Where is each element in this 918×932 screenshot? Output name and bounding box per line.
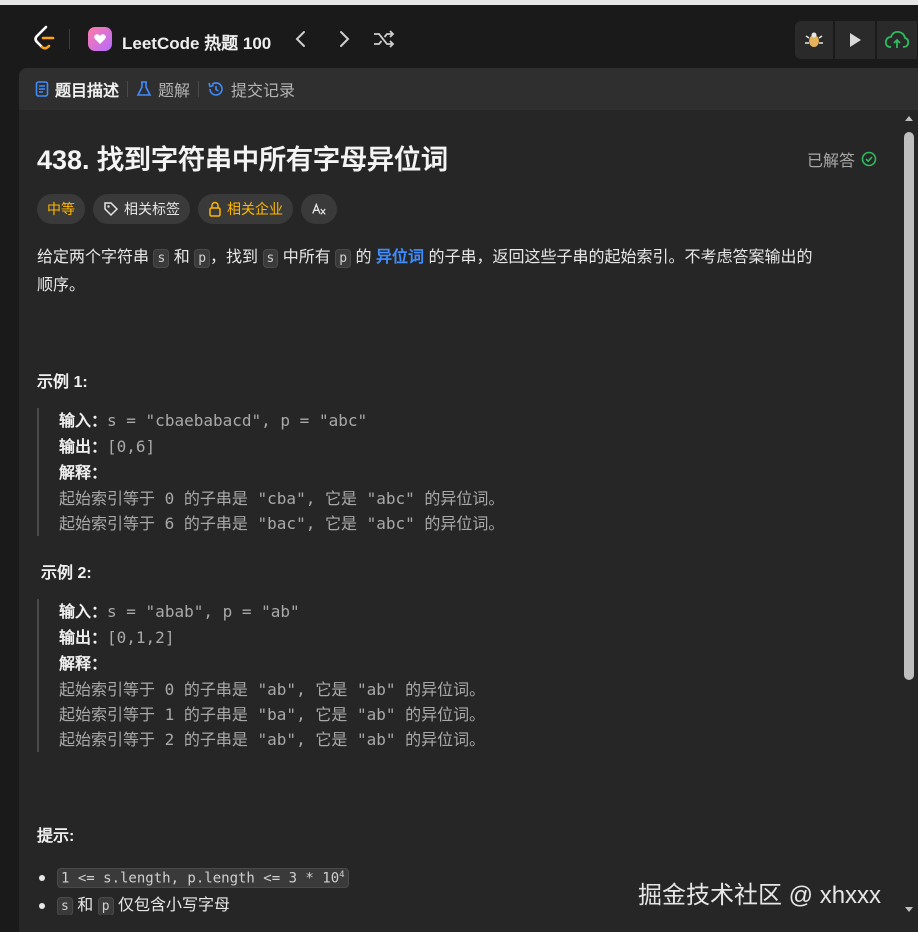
scrollbar[interactable] (904, 110, 918, 922)
play-icon (850, 33, 861, 47)
submit-button[interactable] (877, 21, 917, 59)
problem-title[interactable]: 438. 找到字符串中所有字母异位词 (37, 138, 448, 177)
constraint-exponent: 4 (339, 869, 345, 880)
input-label: 输入： (59, 604, 108, 621)
chevron-left-icon (295, 31, 305, 47)
input-label: 输入： (59, 413, 108, 430)
inline-code-p: p (194, 249, 211, 268)
scroll-up-icon (905, 116, 913, 121)
explanation-line: 起始索引等于 1 的子串是 "ba", 它是 "ab" 的异位词。 (59, 705, 486, 724)
explanation-line: 起始索引等于 2 的子串是 "ab", 它是 "ab" 的异位词。 (59, 730, 486, 749)
top-bar: LeetCode 热题 100 (0, 0, 918, 68)
explanation-line: 起始索引等于 0 的子串是 "cba", 它是 "abc" 的异位词。 (59, 489, 505, 508)
desc-text: 中所有 (282, 249, 331, 266)
tab-description-label: 题目描述 (55, 83, 120, 100)
constraint-text: 1 <= s.length, p.length <= 3 * 10 (61, 870, 340, 887)
tab-submissions-label: 提交记录 (231, 83, 296, 100)
explanation-line: 起始索引等于 0 的子串是 "ab", 它是 "ab" 的异位词。 (59, 680, 486, 699)
tab-solutions[interactable]: 题解 (128, 68, 198, 110)
tag-icon (104, 202, 119, 217)
constraints-heading: 提示: (37, 828, 75, 845)
shuffle-icon (374, 30, 395, 48)
output-value: [0,1,2] (107, 628, 175, 647)
explanation-label: 解释： (59, 465, 108, 482)
solved-label: 已解答 (807, 153, 856, 170)
related-companies-label: 相关企业 (227, 201, 283, 217)
constraint-text: 仅包含小写字母 (118, 897, 231, 914)
translate-icon (312, 202, 326, 215)
problem-description: 给定两个字符串 s 和 p ，找到 s 中所有 p 的 异位词 的子串，返回这些子… (37, 244, 899, 299)
previous-problem-button[interactable] (289, 27, 313, 51)
inline-code-p: p (335, 249, 352, 268)
inline-code-p: p (97, 897, 114, 915)
desc-text: 给定两个字符串 (37, 249, 150, 266)
constraint-code: 1 <= s.length, p.length <= 3 * 104 (57, 867, 349, 889)
divider (69, 29, 70, 49)
related-tags-label: 相关标签 (124, 201, 180, 217)
solved-status: 已解答 (807, 147, 877, 171)
bullet-dot (39, 903, 45, 909)
tab-solutions-label: 题解 (158, 83, 191, 100)
output-value: [0,6] (107, 437, 156, 456)
constraints-list: 1 <= s.length, p.length <= 3 * 104 s 和 p… (37, 863, 349, 915)
anagram-link[interactable]: 异位词 (376, 249, 424, 266)
chevron-right-icon (340, 31, 350, 47)
history-icon (208, 82, 223, 96)
watermark: 掘金技术社区 @ xhxxx (638, 882, 882, 909)
related-companies-button[interactable]: 相关企业 (198, 194, 293, 224)
constraint-text: 和 (77, 897, 94, 914)
problem-chips: 中等 相关标签 相关企业 (37, 194, 337, 224)
inline-code-s: s (57, 897, 73, 915)
difficulty-label: 中等 (47, 201, 75, 217)
inline-code-s: s (153, 249, 170, 268)
run-button[interactable] (835, 21, 875, 59)
inline-code-s: s (262, 249, 279, 268)
desc-text: 和 (173, 249, 190, 266)
panel-tabs: 题目描述 题解 提交记录 (19, 68, 918, 110)
check-circle-icon (861, 151, 877, 167)
list-item: 1 <= s.length, p.length <= 3 * 104 (37, 863, 349, 893)
bullet-dot (39, 875, 45, 881)
flask-icon (136, 81, 152, 96)
explanation-label: 解释： (59, 656, 108, 673)
debug-button[interactable] (795, 21, 833, 59)
output-label: 输出： (59, 439, 108, 456)
input-value: s = "cbaebabacd", p = "abc" (107, 411, 368, 430)
editor-toolbar (795, 21, 917, 59)
output-label: 输出： (59, 630, 108, 647)
explanation-line: 起始索引等于 6 的子串是 "bac", 它是 "abc" 的异位词。 (59, 514, 505, 533)
leetcode-logo-icon[interactable] (32, 25, 56, 51)
tab-description[interactable]: 题目描述 (27, 68, 127, 110)
translate-button[interactable] (301, 194, 337, 224)
random-problem-button[interactable] (372, 27, 396, 51)
input-value: s = "abab", p = "ab" (107, 602, 300, 621)
lock-icon (209, 201, 221, 217)
example-1-block: 输入：s = "cbaebabacd", p = "abc" 输出：[0,6] … (37, 408, 504, 536)
document-icon (35, 81, 49, 97)
description-panel: 题目描述 题解 提交记录 438. 找到字符串中所有字母异位词 已解答 中等 相… (19, 68, 918, 932)
study-plan-icon[interactable] (88, 27, 112, 51)
difficulty-badge: 中等 (37, 194, 85, 224)
desc-text: 的 (355, 249, 372, 266)
scroll-down-icon (905, 907, 913, 912)
example-2-block: 输入：s = "abab", p = "ab" 输出：[0,1,2] 解释： 起… (37, 599, 485, 752)
desc-text: 顺序。 (37, 277, 86, 294)
next-problem-button[interactable] (332, 27, 356, 51)
cloud-upload-icon (884, 30, 910, 48)
example-2-heading: 示例 2: (41, 565, 92, 582)
study-plan-title[interactable]: LeetCode 热题 100 (122, 29, 271, 54)
bug-icon (805, 32, 823, 47)
desc-text: 的子串，返回这些子串的起始索引。不考虑答案输出的 (428, 249, 813, 266)
list-item: s 和 p 仅包含小写字母 (37, 893, 349, 915)
scrollbar-thumb[interactable] (904, 132, 914, 680)
related-tags-button[interactable]: 相关标签 (93, 194, 190, 224)
tab-submissions[interactable]: 提交记录 (199, 68, 303, 110)
example-1-heading: 示例 1: (37, 374, 88, 391)
desc-text: ，找到 (210, 249, 259, 266)
